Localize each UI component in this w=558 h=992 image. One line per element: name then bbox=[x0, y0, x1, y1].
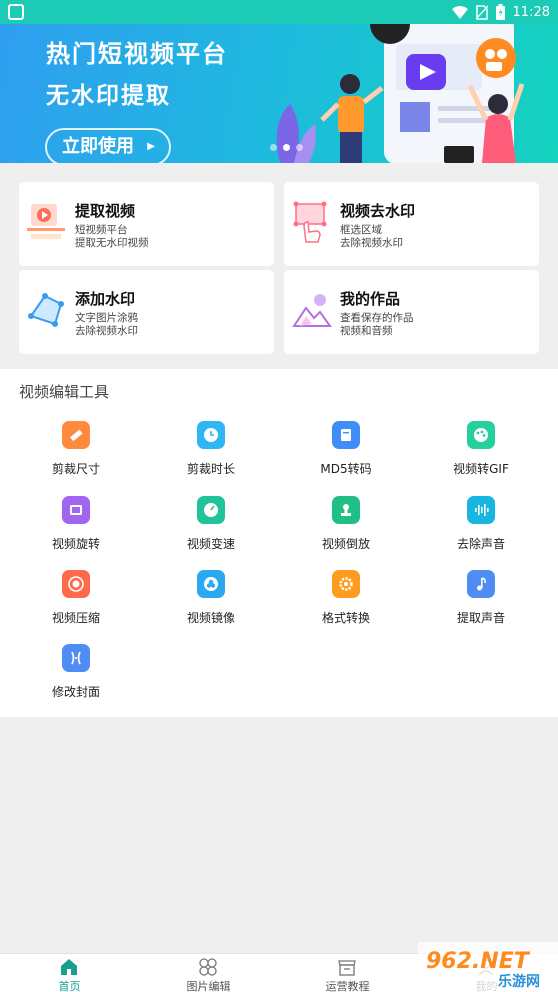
no-sim-icon bbox=[475, 4, 488, 20]
watermark-site: 乐游网 bbox=[498, 973, 540, 990]
tool-label: 视频变速 bbox=[186, 537, 235, 551]
tool-rotate[interactable]: 视频旋转 bbox=[16, 496, 136, 566]
feature-title: 提取视频 bbox=[75, 202, 136, 220]
feature-card-my-works[interactable]: 我的作品 查看保存的作品 视频和音频 bbox=[284, 270, 539, 354]
carousel-dot[interactable] bbox=[296, 144, 303, 151]
use-now-button[interactable]: 立即使用 ▶ bbox=[45, 128, 171, 163]
home-icon bbox=[61, 959, 77, 975]
video-extract-icon bbox=[27, 204, 65, 239]
nav-photo-edit[interactable]: 图片编辑 bbox=[139, 954, 278, 992]
photo-edit-icon bbox=[199, 958, 217, 976]
tool-format-convert[interactable]: 格式转换 bbox=[286, 570, 406, 640]
feature-desc-line: 去除视频水印 bbox=[340, 237, 403, 249]
feature-title: 我的作品 bbox=[340, 290, 401, 308]
feature-desc: 框选区域 去除视频水印 bbox=[340, 224, 403, 250]
feature-desc-line: 去除视频水印 bbox=[75, 325, 138, 337]
feature-title: 添加水印 bbox=[75, 290, 136, 308]
feature-desc-line: 框选区域 bbox=[340, 224, 382, 236]
speed-icon bbox=[197, 496, 225, 524]
wifi-icon bbox=[451, 5, 468, 19]
battery-icon bbox=[495, 4, 505, 20]
tool-label: 剪裁时长 bbox=[186, 462, 235, 476]
tool-speed[interactable]: 视频变速 bbox=[151, 496, 271, 566]
use-now-label: 立即使用 bbox=[62, 136, 134, 157]
carousel-dots[interactable] bbox=[270, 144, 303, 151]
feature-card-remove-watermark[interactable]: 视频去水印 框选区域 去除视频水印 bbox=[284, 182, 539, 266]
tool-trim-duration[interactable]: 剪裁时长 bbox=[151, 421, 271, 491]
tool-label: 修改封面 bbox=[51, 685, 100, 699]
banner-illustration bbox=[276, 24, 525, 163]
rotate-icon bbox=[62, 496, 90, 524]
feature-desc: 查看保存的作品 视频和音频 bbox=[340, 312, 414, 338]
tool-label: MD5转码 bbox=[320, 462, 372, 476]
feature-desc-line: 文字图片涂鸦 bbox=[75, 312, 138, 324]
tool-label: 去除声音 bbox=[456, 537, 505, 551]
remove-watermark-icon bbox=[293, 201, 327, 243]
add-watermark-icon bbox=[28, 293, 64, 327]
store-icon bbox=[338, 960, 356, 976]
arrow-right-icon: ▶ bbox=[147, 141, 155, 152]
tool-video-to-gif[interactable]: 视频转GIF bbox=[421, 421, 541, 491]
carousel-dot[interactable] bbox=[270, 144, 277, 151]
feature-title: 视频去水印 bbox=[340, 202, 416, 220]
watermark-brand: 962.NET bbox=[426, 949, 531, 974]
tool-label: 视频旋转 bbox=[51, 537, 100, 551]
status-bar: 11:28 bbox=[0, 0, 558, 24]
banner-title: 热门短视频平台 bbox=[46, 40, 228, 68]
tool-label: 视频倒放 bbox=[321, 537, 370, 551]
feature-desc: 短视频平台 提取无水印视频 bbox=[75, 224, 149, 250]
stamp-icon bbox=[332, 496, 360, 524]
section-heading: 视频编辑工具 bbox=[19, 383, 110, 401]
tool-label: 视频转GIF bbox=[453, 462, 509, 476]
ruler-icon bbox=[62, 421, 90, 449]
cover-icon bbox=[62, 644, 90, 672]
sound-wave-icon bbox=[467, 496, 495, 524]
music-note-icon bbox=[467, 570, 495, 598]
tool-label: 视频镜像 bbox=[186, 611, 235, 625]
doc-icon bbox=[332, 421, 360, 449]
palette-icon bbox=[467, 421, 495, 449]
tool-label: 格式转换 bbox=[321, 611, 370, 625]
feature-desc-line: 查看保存的作品 bbox=[340, 312, 414, 324]
nav-tutorials[interactable]: 运营教程 bbox=[278, 954, 417, 992]
tool-md5-transcode[interactable]: MD5转码 bbox=[286, 421, 406, 491]
feature-card-add-watermark[interactable]: 添加水印 文字图片涂鸦 去除视频水印 bbox=[19, 270, 274, 354]
tool-label: 剪裁尺寸 bbox=[51, 462, 100, 476]
mirror-icon bbox=[197, 570, 225, 598]
nav-home[interactable]: 首页 bbox=[0, 954, 139, 992]
video-tools-section: 视频编辑工具 剪裁尺寸 剪裁时长 MD5转码 视频转GIF 视频旋转 视频变速 … bbox=[0, 369, 558, 717]
tool-change-cover[interactable]: 修改封面 bbox=[16, 644, 136, 714]
feature-desc-line: 短视频平台 bbox=[75, 224, 128, 236]
feature-desc-line: 提取无水印视频 bbox=[75, 237, 149, 249]
tool-crop-size[interactable]: 剪裁尺寸 bbox=[16, 421, 136, 491]
carousel-dot-active[interactable] bbox=[283, 144, 290, 151]
nav-label: 图片编辑 bbox=[186, 980, 231, 992]
feature-desc: 文字图片涂鸦 去除视频水印 bbox=[75, 312, 138, 338]
clock-icon bbox=[197, 421, 225, 449]
nav-label: 首页 bbox=[58, 980, 81, 992]
gear-icon bbox=[332, 570, 360, 598]
feature-cards: 提取视频 短视频平台 提取无水印视频 视频去水印 框选区域 去除视频水印 添加水… bbox=[0, 163, 558, 369]
tool-extract-audio[interactable]: 提取声音 bbox=[421, 570, 541, 640]
my-works-icon bbox=[292, 294, 332, 327]
compress-icon bbox=[62, 570, 90, 598]
notification-icon bbox=[8, 4, 24, 20]
feature-card-extract-video[interactable]: 提取视频 短视频平台 提取无水印视频 bbox=[19, 182, 274, 266]
status-time: 11:28 bbox=[512, 4, 550, 20]
promo-banner[interactable]: 热门短视频平台 无水印提取 立即使用 ▶ bbox=[0, 24, 558, 163]
tool-mirror[interactable]: 视频镜像 bbox=[151, 570, 271, 640]
tool-remove-sound[interactable]: 去除声音 bbox=[421, 496, 541, 566]
feature-desc-line: 视频和音频 bbox=[340, 325, 393, 337]
tool-compress[interactable]: 视频压缩 bbox=[16, 570, 136, 640]
banner-subtitle: 无水印提取 bbox=[46, 83, 171, 109]
tool-label: 视频压缩 bbox=[51, 611, 100, 625]
nav-label: 运营教程 bbox=[325, 980, 370, 992]
tool-label: 提取声音 bbox=[456, 611, 505, 625]
tool-reverse[interactable]: 视频倒放 bbox=[286, 496, 406, 566]
site-watermark-logo: 962.NET 乐游网 bbox=[418, 942, 558, 992]
